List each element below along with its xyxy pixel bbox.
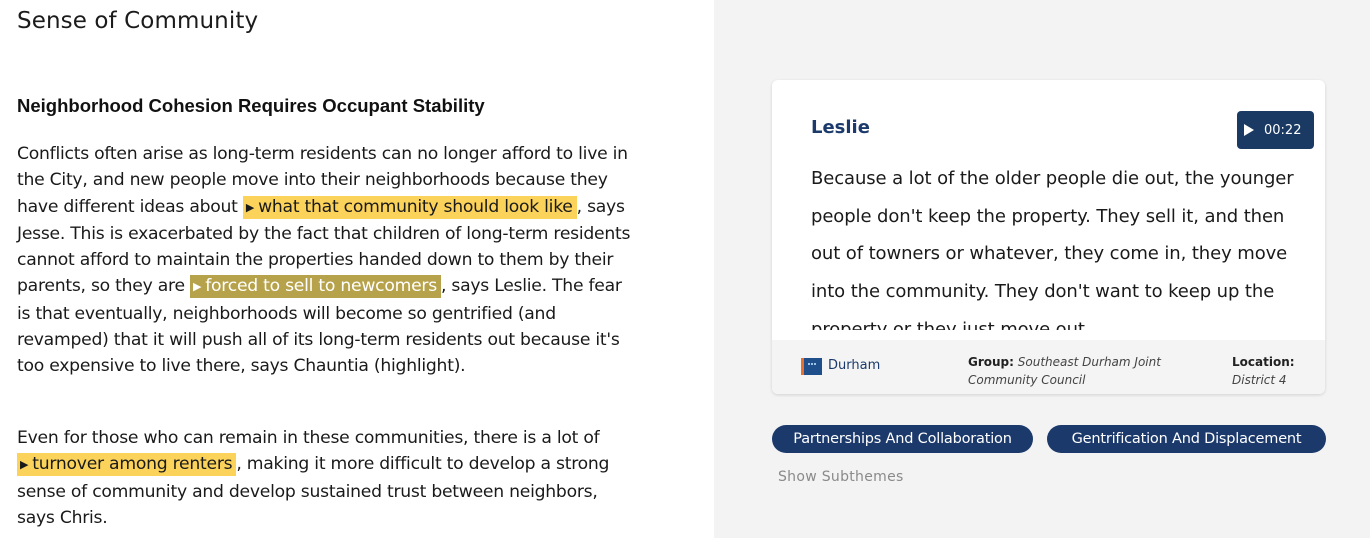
highlight-clip-leslie[interactable]: ▶ forced to sell to newcomers bbox=[190, 275, 441, 299]
location-value: District 4 bbox=[1232, 373, 1287, 387]
play-triangle-icon: ▶ bbox=[245, 200, 255, 214]
section-heading: Neighborhood Cohesion Requires Occupant … bbox=[17, 95, 485, 116]
group-label: Group: bbox=[968, 355, 1014, 369]
highlight-clip-jesse[interactable]: ▶ what that community should look like bbox=[242, 195, 577, 219]
location-name: Durham bbox=[828, 358, 881, 373]
paragraph-1: Conflicts often arise as long-term resid… bbox=[17, 141, 639, 380]
audio-play-button[interactable]: 00:22 bbox=[1237, 111, 1314, 149]
paragraph-2: Even for those who can remain in these c… bbox=[17, 425, 639, 531]
group-info: Group: Southeast Durham Joint Community … bbox=[968, 353, 1203, 389]
tag-gentrification-and-displacement[interactable]: Gentrification And Displacement bbox=[1047, 425, 1326, 453]
play-icon bbox=[1244, 124, 1254, 136]
location-info: Location: District 4 bbox=[1232, 353, 1322, 389]
show-subthemes-link[interactable]: Show Subthemes bbox=[778, 469, 904, 485]
highlight-text: forced to sell to newcomers bbox=[205, 276, 437, 297]
speaker-name: Leslie bbox=[811, 117, 870, 138]
highlight-clip-chris[interactable]: ▶ turnover among renters bbox=[17, 453, 237, 477]
durham-flag-icon bbox=[801, 358, 822, 375]
quote-text: Because a lot of the older people die ou… bbox=[811, 168, 1294, 330]
page-title: Sense of Community bbox=[17, 8, 259, 34]
audio-duration: 00:22 bbox=[1264, 122, 1302, 138]
tag-partnerships-and-collaboration[interactable]: Partnerships And Collaboration bbox=[772, 425, 1033, 453]
card-footer: Durham Group: Southeast Durham Joint Com… bbox=[772, 340, 1325, 394]
paragraph-text: Even for those who can remain in these c… bbox=[17, 428, 600, 448]
quote-card: Leslie 00:22 Because a lot of the older … bbox=[772, 80, 1325, 394]
highlight-text: turnover among renters bbox=[32, 454, 233, 475]
highlight-text: what that community should look like bbox=[258, 196, 573, 217]
location-label: Location: bbox=[1232, 355, 1295, 369]
play-triangle-icon: ▶ bbox=[20, 458, 29, 472]
play-triangle-icon: ▶ bbox=[193, 280, 202, 294]
quote-scroll-area[interactable]: Because a lot of the older people die ou… bbox=[811, 160, 1311, 330]
article-panel: Sense of Community Neighborhood Cohesion… bbox=[0, 0, 714, 538]
